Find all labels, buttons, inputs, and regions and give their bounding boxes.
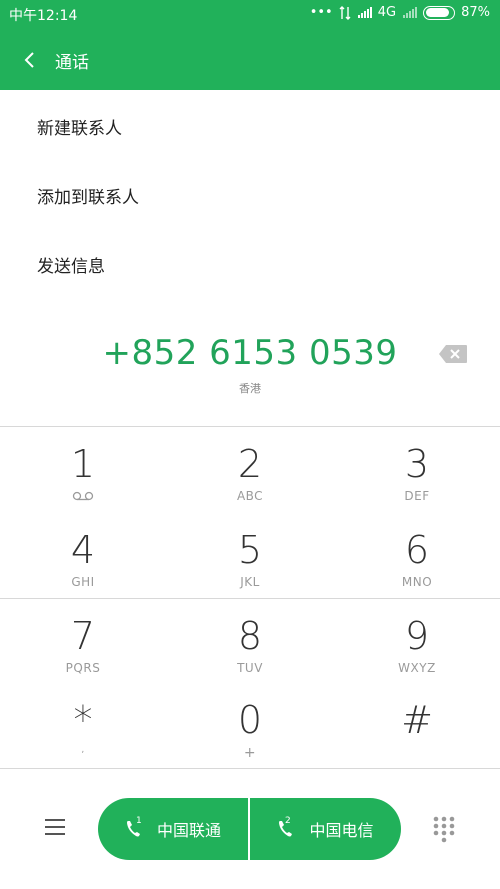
key-2[interactable]: 2 ABC	[167, 428, 333, 514]
menu-item-add-to-contact[interactable]: 添加到联系人	[0, 163, 500, 227]
key-digit: 2	[237, 442, 263, 486]
menu-icon[interactable]	[43, 817, 67, 837]
page-title: 通话	[55, 53, 89, 73]
key-letters: DEF	[404, 489, 430, 503]
call-sim2-button[interactable]: 2 中国电信	[250, 798, 401, 860]
key-letters	[334, 745, 500, 759]
key-9[interactable]: 9 WXYZ	[334, 600, 500, 686]
battery-icon	[423, 5, 456, 20]
call-sim1-label: 中国联通	[156, 821, 221, 840]
voicemail-icon	[72, 491, 94, 501]
key-digit: 5	[237, 528, 263, 572]
status-icons: ••• 4G 87%	[304, 5, 490, 20]
key-0[interactable]: 0 +	[167, 684, 333, 770]
sim2-index: 2	[285, 816, 291, 826]
key-letters: PQRS	[65, 661, 101, 675]
call-sim1-button[interactable]: 1 中国联通	[98, 798, 248, 860]
status-time: 中午12:14	[9, 8, 78, 24]
divider	[0, 768, 500, 769]
key-3[interactable]: 3 DEF	[334, 428, 500, 514]
divider	[0, 426, 500, 427]
signal-icon	[357, 7, 372, 18]
key-8[interactable]: 8 TUV	[167, 600, 333, 686]
key-letters: MNO	[401, 575, 433, 589]
network-type: 4G	[377, 5, 397, 20]
key-letters: TUV	[237, 661, 263, 675]
key-digit: 8	[237, 614, 263, 658]
key-digit: 7	[70, 614, 96, 658]
back-arrow-icon[interactable]	[20, 46, 44, 74]
key-digit: 6	[404, 528, 430, 572]
battery-percent: 87%	[461, 5, 490, 20]
menu-item-label: 添加到联系人	[37, 188, 139, 208]
sim1-index: 1	[136, 816, 142, 826]
key-6[interactable]: 6 MNO	[334, 514, 500, 600]
key-digit: 1	[70, 442, 96, 486]
key-letters: JKL	[240, 575, 260, 589]
key-digit: 4	[70, 528, 96, 572]
menu-item-label: 发送信息	[37, 257, 105, 277]
key-letters: +	[243, 745, 257, 761]
bottom-action-bar: 1 中国联通 2 中国电信	[0, 770, 500, 889]
dialpad-toggle-icon[interactable]	[432, 815, 456, 843]
key-digit: *	[73, 698, 93, 742]
key-digit: #	[401, 698, 433, 742]
backspace-icon[interactable]	[438, 344, 468, 364]
key-letters: WXYZ	[398, 661, 436, 675]
status-bar: 中午12:14 ••• 4G 87%	[0, 0, 500, 30]
menu-item-new-contact[interactable]: 新建联系人	[0, 94, 500, 158]
key-letters: ,	[81, 745, 85, 755]
menu-item-send-message[interactable]: 发送信息	[0, 232, 500, 296]
divider	[0, 598, 500, 599]
key-star[interactable]: * ,	[0, 684, 166, 770]
key-7[interactable]: 7 PQRS	[0, 600, 166, 686]
key-digit: 0	[237, 698, 263, 742]
title-bar: 通话	[0, 30, 500, 90]
more-dots-icon: •••	[309, 5, 333, 20]
key-4[interactable]: 4 GHI	[0, 514, 166, 600]
signal-icon-2	[402, 7, 418, 18]
call-sim2-label: 中国电信	[309, 821, 374, 840]
key-1[interactable]: 1	[0, 428, 166, 514]
key-5[interactable]: 5 JKL	[167, 514, 333, 600]
dialed-number: +852 6153 0539	[102, 333, 398, 373]
data-transfer-icon	[339, 5, 351, 20]
key-hash[interactable]: #	[334, 684, 500, 770]
key-letters: ABC	[236, 489, 264, 503]
key-letters: GHI	[71, 575, 95, 589]
key-digit: 3	[404, 442, 430, 486]
key-digit: 9	[404, 614, 430, 658]
number-region: 香港	[239, 382, 261, 395]
menu-item-label: 新建联系人	[37, 119, 122, 139]
